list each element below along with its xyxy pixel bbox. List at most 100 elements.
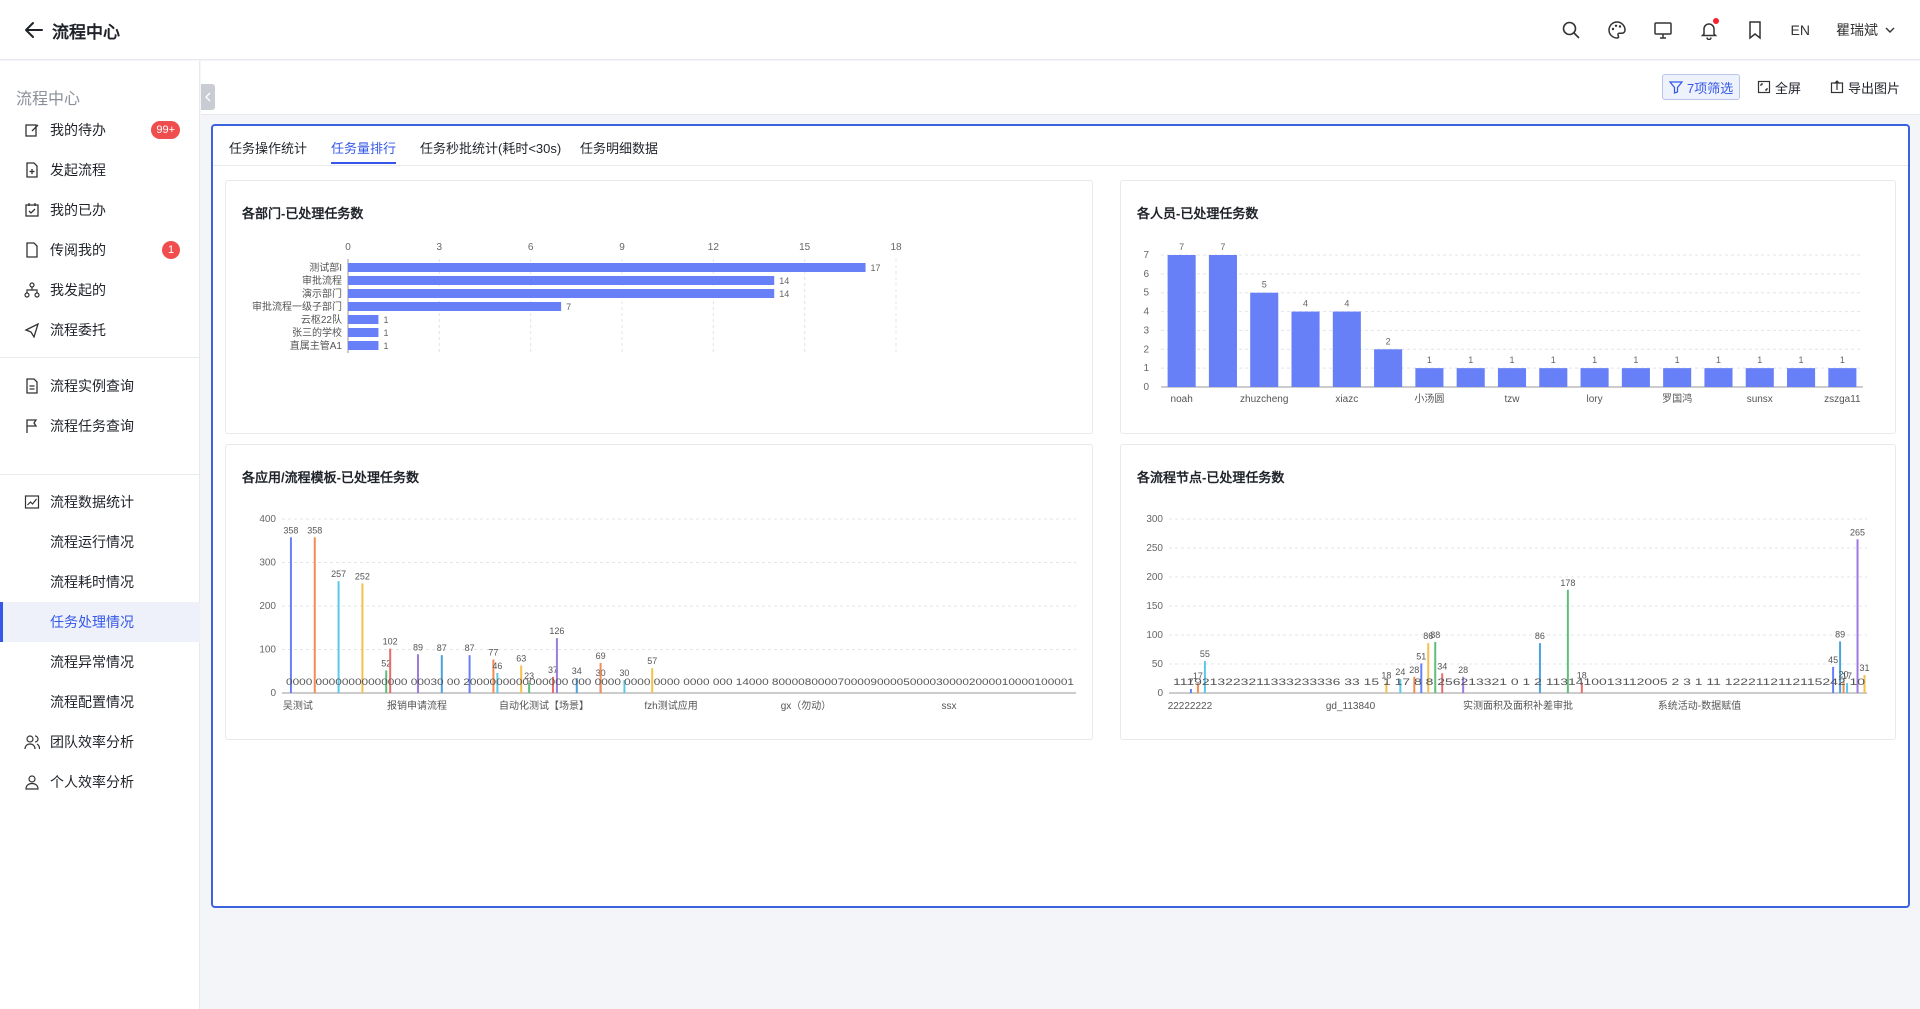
sidebar-item-team-efficiency[interactable]: 团队效率分析 (0, 722, 200, 762)
fullscreen-button[interactable]: 全屏 (1751, 74, 1807, 100)
line-chart-icon (24, 495, 40, 509)
file-add-icon (26, 162, 38, 178)
people-bar-chart: 0 1 2 3 4 5 6 7 7 noah 7 5 zhuzcheng 4 4 xiazc 2 1 小汤圆 1 1 tz… (1143, 242, 1863, 405)
y-tick-label: 400 (259, 514, 276, 525)
monitor-icon[interactable] (1653, 20, 1673, 40)
chevron-down-icon (1885, 27, 1895, 33)
org-tree-icon (24, 282, 40, 298)
bar (348, 315, 379, 324)
back-arrow-icon[interactable] (22, 18, 46, 42)
baseline-value-labels: 1119213223211333233336 33 15 1 17 8 8 25… (1173, 677, 1865, 687)
value-label: 14 (779, 289, 789, 299)
notification-bell[interactable] (1699, 18, 1719, 41)
user-menu[interactable]: 瞿瑞斌 (1836, 20, 1896, 40)
sidebar-item-task-query[interactable]: 流程任务查询 (0, 406, 200, 446)
x-category-label: 系统活动-数据赋值 (1658, 699, 1741, 712)
value-label: 1 (1468, 355, 1473, 365)
bar (1291, 311, 1320, 387)
language-switch[interactable]: EN (1791, 22, 1810, 38)
value-label: 28 (1458, 665, 1468, 675)
sidebar-divider (0, 357, 200, 358)
palette-icon[interactable] (1607, 20, 1627, 40)
sidebar-item-instance-query[interactable]: 流程实例查询 (0, 366, 200, 406)
sidebar-item-statistics[interactable]: 流程数据统计 (0, 482, 200, 522)
value-label: 57 (647, 656, 657, 666)
x-tick-label: 6 (528, 242, 534, 253)
value-label: 69 (596, 651, 606, 661)
y-tick-label: 0 (1143, 382, 1149, 393)
document-list-icon (26, 378, 38, 394)
value-label: 5 (1262, 280, 1267, 290)
edit-icon (25, 124, 39, 137)
value-label: 31 (1860, 663, 1870, 673)
bar (1332, 311, 1361, 387)
x-tick-label: 12 (708, 242, 720, 253)
tab-task-details[interactable]: 任务明细数据 (580, 138, 658, 157)
sidebar-item-config-status[interactable]: 流程配置情况 (0, 682, 200, 722)
sidebar-item-delegation[interactable]: 流程委托 (0, 310, 200, 350)
tab-quick-approval[interactable]: 任务秒批统计(耗时<30s) (420, 138, 561, 157)
bar (348, 263, 866, 272)
bar (1497, 368, 1527, 387)
sidebar-collapse-button[interactable] (201, 84, 215, 110)
chart-card-nodes: 各流程节点-已处理任务数 0 50 100 150 200 250 300 7 17 55 86 88… (1120, 444, 1896, 740)
category-label: noah (1171, 394, 1193, 405)
bar (348, 276, 775, 285)
category-label: zhuzcheng (1240, 394, 1288, 405)
sidebar-item-exceptions[interactable]: 流程异常情况 (0, 642, 200, 682)
category-label: 直属主管A1 (290, 339, 343, 352)
value-label: 4 (1344, 299, 1349, 309)
top-bar: 流程中心 EN 瞿瑞斌 (0, 0, 1920, 60)
value-label: 1 (1757, 355, 1762, 365)
value-label: 46 (492, 661, 502, 671)
tab-operation-stats[interactable]: 任务操作统计 (229, 138, 307, 157)
sidebar-item-done[interactable]: 我的已办 (0, 190, 200, 230)
value-label: 7 (566, 302, 571, 312)
export-image-button[interactable]: 导出图片 (1824, 74, 1906, 100)
sidebar-item-task-handling[interactable]: 任务处理情况 (0, 602, 200, 642)
tab-task-ranking[interactable]: 任务量排行 (331, 138, 397, 164)
sidebar-item-start-process[interactable]: 发起流程 (0, 150, 200, 190)
filter-button[interactable]: 7项筛选 (1662, 74, 1741, 100)
y-tick-label: 6 (1143, 269, 1149, 280)
process-node-bar-chart: 05010015020025030071755868834 28865128241… (1146, 514, 1870, 712)
value-label: 358 (283, 525, 298, 535)
sidebar-item-todo[interactable]: 我的待办 99+ (0, 110, 200, 150)
sidebar-item-time-cost[interactable]: 流程耗时情况 (0, 562, 200, 602)
bar (1704, 368, 1733, 387)
value-label: 252 (355, 571, 370, 581)
document-icon (26, 242, 38, 258)
search-icon[interactable] (1561, 20, 1581, 40)
value-label: 28 (1409, 665, 1419, 675)
value-label: 34 (572, 666, 582, 676)
bookmark-icon[interactable] (1745, 20, 1765, 40)
value-label: 4 (1303, 299, 1308, 309)
sidebar: 流程中心 我的待办 99+ 发起流程 我的已办 传阅我的 1 我发起的 流程委托… (0, 61, 200, 1009)
category-label: tzw (1505, 394, 1521, 405)
sidebar-item-run-status[interactable]: 流程运行情况 (0, 522, 200, 562)
x-tick-label: 0 (345, 242, 351, 253)
x-category-label: gx（勿动） (781, 700, 832, 712)
y-tick-label: 50 (1152, 659, 1164, 670)
chevron-left-icon (205, 92, 211, 102)
y-tick-label: 7 (1143, 250, 1149, 261)
sidebar-item-cc-me[interactable]: 传阅我的 1 (0, 230, 200, 270)
sidebar-item-initiated[interactable]: 我发起的 (0, 270, 200, 310)
sidebar-item-label: 发起流程 (50, 162, 106, 178)
sidebar-item-label: 任务处理情况 (50, 614, 134, 630)
todo-count-badge: 99+ (151, 121, 180, 139)
value-label: 55 (1200, 649, 1210, 659)
app-title: 流程中心 (52, 23, 120, 42)
bar (1828, 368, 1857, 387)
value-label: 1 (1551, 355, 1556, 365)
sidebar-item-label: 流程实例查询 (50, 378, 134, 394)
bar (1580, 368, 1609, 387)
category-label: lory (1587, 394, 1603, 405)
category-label: 测试部I (309, 261, 342, 274)
notification-dot (1712, 18, 1719, 24)
category-label: xiazc (1335, 394, 1358, 405)
bar (1250, 292, 1279, 387)
category-label: 张三的学校 (292, 326, 342, 339)
chart-card-apps: 各应用/流程模板-已处理任务数 0 100 200 300 400 358 358 257 25… (225, 444, 1093, 740)
sidebar-item-personal-efficiency[interactable]: 个人效率分析 (0, 762, 200, 802)
